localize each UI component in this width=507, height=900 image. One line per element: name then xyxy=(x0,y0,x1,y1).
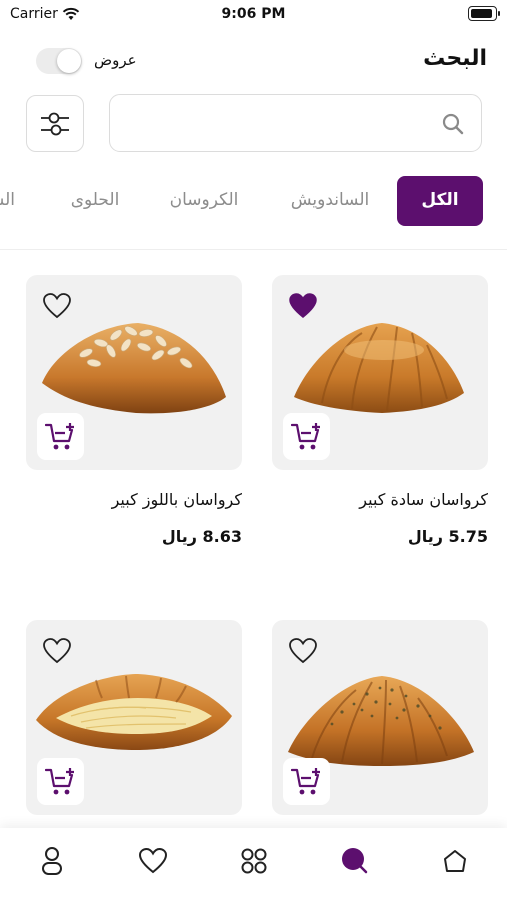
add-cart-icon xyxy=(44,422,74,449)
nav-search[interactable] xyxy=(340,846,370,876)
tab-sweets[interactable]: الحلوى xyxy=(60,176,130,226)
categories-icon xyxy=(241,848,267,874)
croissant-image xyxy=(294,323,464,413)
add-to-cart-button[interactable] xyxy=(283,758,330,805)
product-price: 5.75 ريال xyxy=(407,527,488,546)
product-name: كرواسان باللوز كبير xyxy=(111,490,242,509)
tab-all[interactable]: الكل xyxy=(397,176,483,226)
product-price: 8.63 ريال xyxy=(161,527,242,546)
add-to-cart-button[interactable] xyxy=(283,413,330,460)
add-cart-icon xyxy=(290,767,320,794)
product-image-frame xyxy=(272,275,488,470)
status-bar: Carrier 9:06 PM xyxy=(0,0,507,30)
filter-button[interactable] xyxy=(26,95,84,152)
tab-croissants[interactable]: الكروسان xyxy=(162,176,246,226)
battery-icon xyxy=(468,6,500,21)
favorite-icon[interactable] xyxy=(43,638,71,668)
nav-categories[interactable] xyxy=(239,846,269,876)
add-cart-icon xyxy=(290,422,320,449)
category-tabs: الكل الساندويش الكروسان الحلوى السـ xyxy=(0,176,507,226)
almond-croissant-image xyxy=(42,323,226,414)
product-name: كرواسان سادة كبير xyxy=(359,490,488,509)
favorite-icon[interactable] xyxy=(43,293,71,323)
nav-favorites[interactable] xyxy=(138,846,168,876)
page-title: البحث xyxy=(423,46,487,71)
nav-home[interactable] xyxy=(440,846,470,876)
sliders-icon xyxy=(41,112,69,135)
add-to-cart-button[interactable] xyxy=(37,413,84,460)
cheese-croissant-image xyxy=(36,674,232,750)
search-icon xyxy=(441,112,465,140)
bottom-nav xyxy=(0,828,507,900)
add-to-cart-button[interactable] xyxy=(37,758,84,805)
heart-icon xyxy=(139,848,167,874)
favorite-icon[interactable] xyxy=(289,293,317,323)
offers-label: عروض xyxy=(94,51,137,69)
search-icon xyxy=(342,848,368,874)
header: عروض البحث xyxy=(0,40,507,82)
offers-toggle[interactable] xyxy=(36,48,82,74)
search-input[interactable] xyxy=(122,103,432,143)
toggle-knob xyxy=(57,49,81,73)
product-image-frame xyxy=(272,620,488,815)
product-image-frame xyxy=(26,275,242,470)
croissant-image xyxy=(288,676,474,766)
nav-profile[interactable] xyxy=(37,846,67,876)
tab-more[interactable]: السـ xyxy=(0,176,20,226)
tab-sandwiches[interactable]: الساندويش xyxy=(280,176,380,226)
product-image-frame xyxy=(26,620,242,815)
add-cart-icon xyxy=(44,767,74,794)
status-time: 9:06 PM xyxy=(221,6,286,22)
favorite-icon[interactable] xyxy=(289,638,317,668)
profile-icon xyxy=(42,847,62,875)
home-icon xyxy=(444,850,466,872)
search-box[interactable] xyxy=(109,94,482,152)
tabs-divider xyxy=(0,249,507,250)
